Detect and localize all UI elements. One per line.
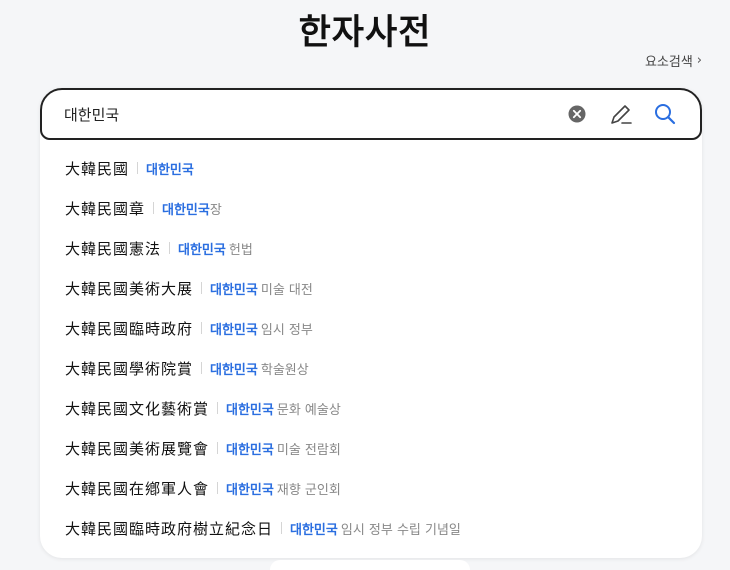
suggestion-hanja: 大韓民國憲法 — [65, 239, 162, 258]
element-search-link[interactable]: 요소검색 › — [645, 51, 702, 70]
suggestion-item[interactable]: 大韓民國文化藝術賞 대한민국 문화 예술상 — [40, 388, 702, 428]
divider — [201, 362, 203, 374]
suggestion-item[interactable]: 大韓民國在鄕軍人會 대한민국 재향 군인회 — [40, 468, 702, 508]
clear-icon — [568, 105, 586, 123]
suggestion-hangul: 대한민국 — [210, 282, 258, 298]
suggestion-hangul: 대한민국 — [226, 442, 274, 458]
suggestion-hangul: 대한민국 — [210, 362, 258, 378]
chevron-right-icon: › — [696, 53, 702, 68]
divider — [153, 202, 155, 214]
suggestion-rest: 헌법 — [228, 242, 253, 258]
suggestion-list: 大韓民國 대한민국 大韓民國章 대한민국 장 大韓民國憲法 대한민국 헌법 大韓… — [40, 148, 702, 548]
clear-button[interactable] — [564, 101, 590, 127]
suggestion-hanja: 大韓民國 — [65, 159, 130, 178]
divider — [281, 522, 283, 534]
suggestion-hangul: 대한민국 — [162, 202, 210, 218]
search-button[interactable] — [652, 101, 678, 127]
search-tools — [564, 90, 678, 138]
search-panel: 大韓民國 대한민국 大韓民國章 대한민국 장 大韓民國憲法 대한민국 헌법 大韓… — [40, 88, 702, 558]
suggestion-item[interactable]: 大韓民國 대한민국 — [40, 148, 702, 188]
suggestion-item[interactable]: 大韓民國臨時政府 대한민국 임시 정부 — [40, 308, 702, 348]
search-input[interactable] — [64, 105, 544, 123]
divider — [217, 442, 219, 454]
suggestion-item[interactable]: 大韓民國臨時政府樹立紀念日 대한민국 임시 정부 수립 기념일 — [40, 508, 702, 548]
divider — [137, 162, 139, 174]
suggestion-rest: 임시 정부 수립 기념일 — [340, 522, 461, 538]
suggestion-rest: 임시 정부 — [260, 322, 313, 338]
suggestion-hanja: 大韓民國學術院賞 — [65, 359, 194, 378]
suggestion-rest: 미술 대전 — [260, 282, 313, 298]
suggestion-item[interactable]: 大韓民國美術大展 대한민국 미술 대전 — [40, 268, 702, 308]
suggestion-item[interactable]: 大韓民國美術展覽會 대한민국 미술 전람회 — [40, 428, 702, 468]
suggestion-rest: 재향 군인회 — [276, 482, 341, 498]
divider — [201, 322, 203, 334]
element-search-label: 요소검색 — [644, 55, 693, 70]
suggestion-rest: 미술 전람회 — [276, 442, 341, 458]
search-icon — [655, 104, 676, 125]
divider — [169, 242, 171, 254]
suggestion-rest: 장 — [209, 202, 222, 218]
suggestion-rest: 문화 예술상 — [276, 402, 341, 418]
suggestion-hangul: 대한민국 — [290, 522, 338, 538]
search-box — [40, 88, 702, 140]
suggestion-hanja: 大韓民國美術展覽會 — [65, 439, 210, 458]
suggestion-item[interactable]: 大韓民國學術院賞 대한민국 학술원상 — [40, 348, 702, 388]
suggestion-rest: 학술원상 — [260, 362, 309, 378]
page: 한자사전 요소검색 › 대한민국 大韓民國 대한민국 大韓民國章 대한민국 장 … — [0, 0, 730, 570]
handwriting-button[interactable] — [608, 101, 634, 127]
divider — [217, 402, 219, 414]
divider — [201, 282, 203, 294]
suggestion-item[interactable]: 大韓民國憲法 대한민국 헌법 — [40, 228, 702, 268]
pencil-icon — [611, 105, 632, 124]
suggestion-hangul: 대한민국 — [146, 162, 194, 178]
suggestion-hangul: 대한민국 — [210, 322, 258, 338]
suggestion-hangul: 대한민국 — [226, 402, 274, 418]
suggestion-hanja: 大韓民國章 — [65, 199, 146, 218]
bottom-panel-edge — [270, 560, 470, 570]
suggestion-hanja: 大韓民國美術大展 — [65, 279, 194, 298]
suggestion-hanja: 大韓民國臨時政府樹立紀念日 — [65, 519, 274, 538]
suggestion-hanja: 大韓民國在鄕軍人會 — [65, 479, 210, 498]
suggestion-hanja: 大韓民國臨時政府 — [65, 319, 194, 338]
suggestion-item[interactable]: 大韓民國章 대한민국 장 — [40, 188, 702, 228]
suggestion-hanja: 大韓民國文化藝術賞 — [65, 399, 210, 418]
suggestion-hangul: 대한민국 — [226, 482, 274, 498]
page-title: 한자사전 — [298, 13, 432, 53]
divider — [217, 482, 219, 494]
suggestion-hangul: 대한민국 — [178, 242, 226, 258]
